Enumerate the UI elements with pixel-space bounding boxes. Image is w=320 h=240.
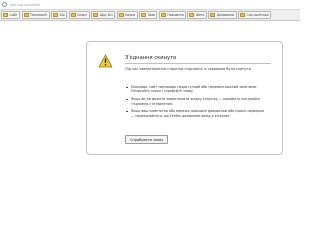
bookmarks-toolbar: Сайт Технолоґії Біо Спорт Щоу Біз Наука … (0, 10, 300, 21)
suggestion-line: Якщо ваш комп'ютер або мережа захищені ф… (131, 109, 264, 114)
bookmark-label: Фото (195, 13, 205, 17)
bookmark-folder[interactable]: Цікавинки (208, 11, 237, 19)
bookmark-label: Біо (59, 13, 65, 17)
folder-icon (160, 13, 166, 17)
url-text[interactable]: mac.org.ua/uptime (10, 3, 40, 7)
bookmark-folder[interactable]: Біо (51, 11, 68, 19)
folder-icon (23, 13, 29, 17)
bookmark-label: Щоу Біз (99, 13, 113, 17)
suggestion-item: Якщо ваш комп'ютер або мережа захищені ф… (125, 109, 264, 118)
bookmark-folder[interactable]: Технолоґії (21, 11, 50, 19)
bullet-dot (126, 98, 128, 101)
suggestion-line: з'єднання з Інтернетом. (131, 101, 173, 106)
bookmark-label: Наука (125, 13, 136, 17)
globe-icon (2, 2, 7, 7)
bookmark-folder[interactable]: Наука (116, 11, 138, 19)
bookmark-label: Цікавинки (216, 13, 235, 17)
folder-icon (93, 13, 99, 17)
folder-icon (3, 13, 8, 17)
bookmark-folder[interactable]: Спорт (68, 11, 90, 19)
folder-icon (70, 13, 76, 17)
bookmark-label: Технолоґії (30, 13, 48, 17)
bullet-dot (126, 110, 128, 113)
folder-icon (189, 13, 195, 17)
address-bar[interactable]: mac.org.ua/uptime (0, 0, 300, 10)
warning-icon (98, 54, 113, 68)
bullet-dot (126, 86, 128, 89)
error-title: З'єднання скинуто (125, 55, 177, 61)
bookmark-folder[interactable]: Щоу Біз (91, 11, 116, 19)
error-panel: З'єднання скинуто Під час завантаження с… (86, 41, 283, 155)
folder-icon (118, 13, 124, 17)
suggestion-item: Якщо ви не можете завантажити жодну стор… (125, 97, 264, 106)
bookmark-label: Спорт (77, 13, 88, 17)
bookmark-folder[interactable]: Навчання (158, 11, 186, 19)
bookmark-folder[interactable]: Соц.політика (237, 11, 272, 19)
folder-icon (53, 13, 59, 17)
bookmark-label: Сайт (9, 13, 18, 17)
bookmark-label: Todo (147, 13, 155, 17)
bookmark-folder[interactable]: Сайт (1, 11, 21, 19)
error-description: Під час завантаження сторінки з'єднання … (125, 67, 252, 71)
retry-button[interactable]: Спробувати знову (125, 135, 169, 144)
folder-icon (239, 13, 245, 17)
suggestion-list: Можливо, сайт тимчасово недоступний або … (125, 85, 264, 121)
bookmark-folder[interactable]: Фото (187, 11, 207, 19)
suggestion-line: Можливо, сайт тимчасово недоступний або … (131, 85, 257, 89)
title-divider (125, 63, 271, 64)
suggestion-line: Почекайте трохи і спробуйте знову. (131, 89, 194, 94)
suggestion-item: Можливо, сайт тимчасово недоступний або … (125, 85, 264, 94)
bookmark-label: Соц.політика (246, 13, 269, 17)
bookmark-folder[interactable]: Todo (139, 11, 158, 19)
suggestion-line: Якщо ви не можете завантажити жодну стор… (131, 97, 260, 102)
bookmark-label: Навчання (167, 13, 184, 17)
suggestion-line: — переконайтеся, що Firefox дозволено ви… (131, 113, 231, 118)
folder-icon (141, 13, 147, 17)
folder-icon (210, 13, 216, 17)
